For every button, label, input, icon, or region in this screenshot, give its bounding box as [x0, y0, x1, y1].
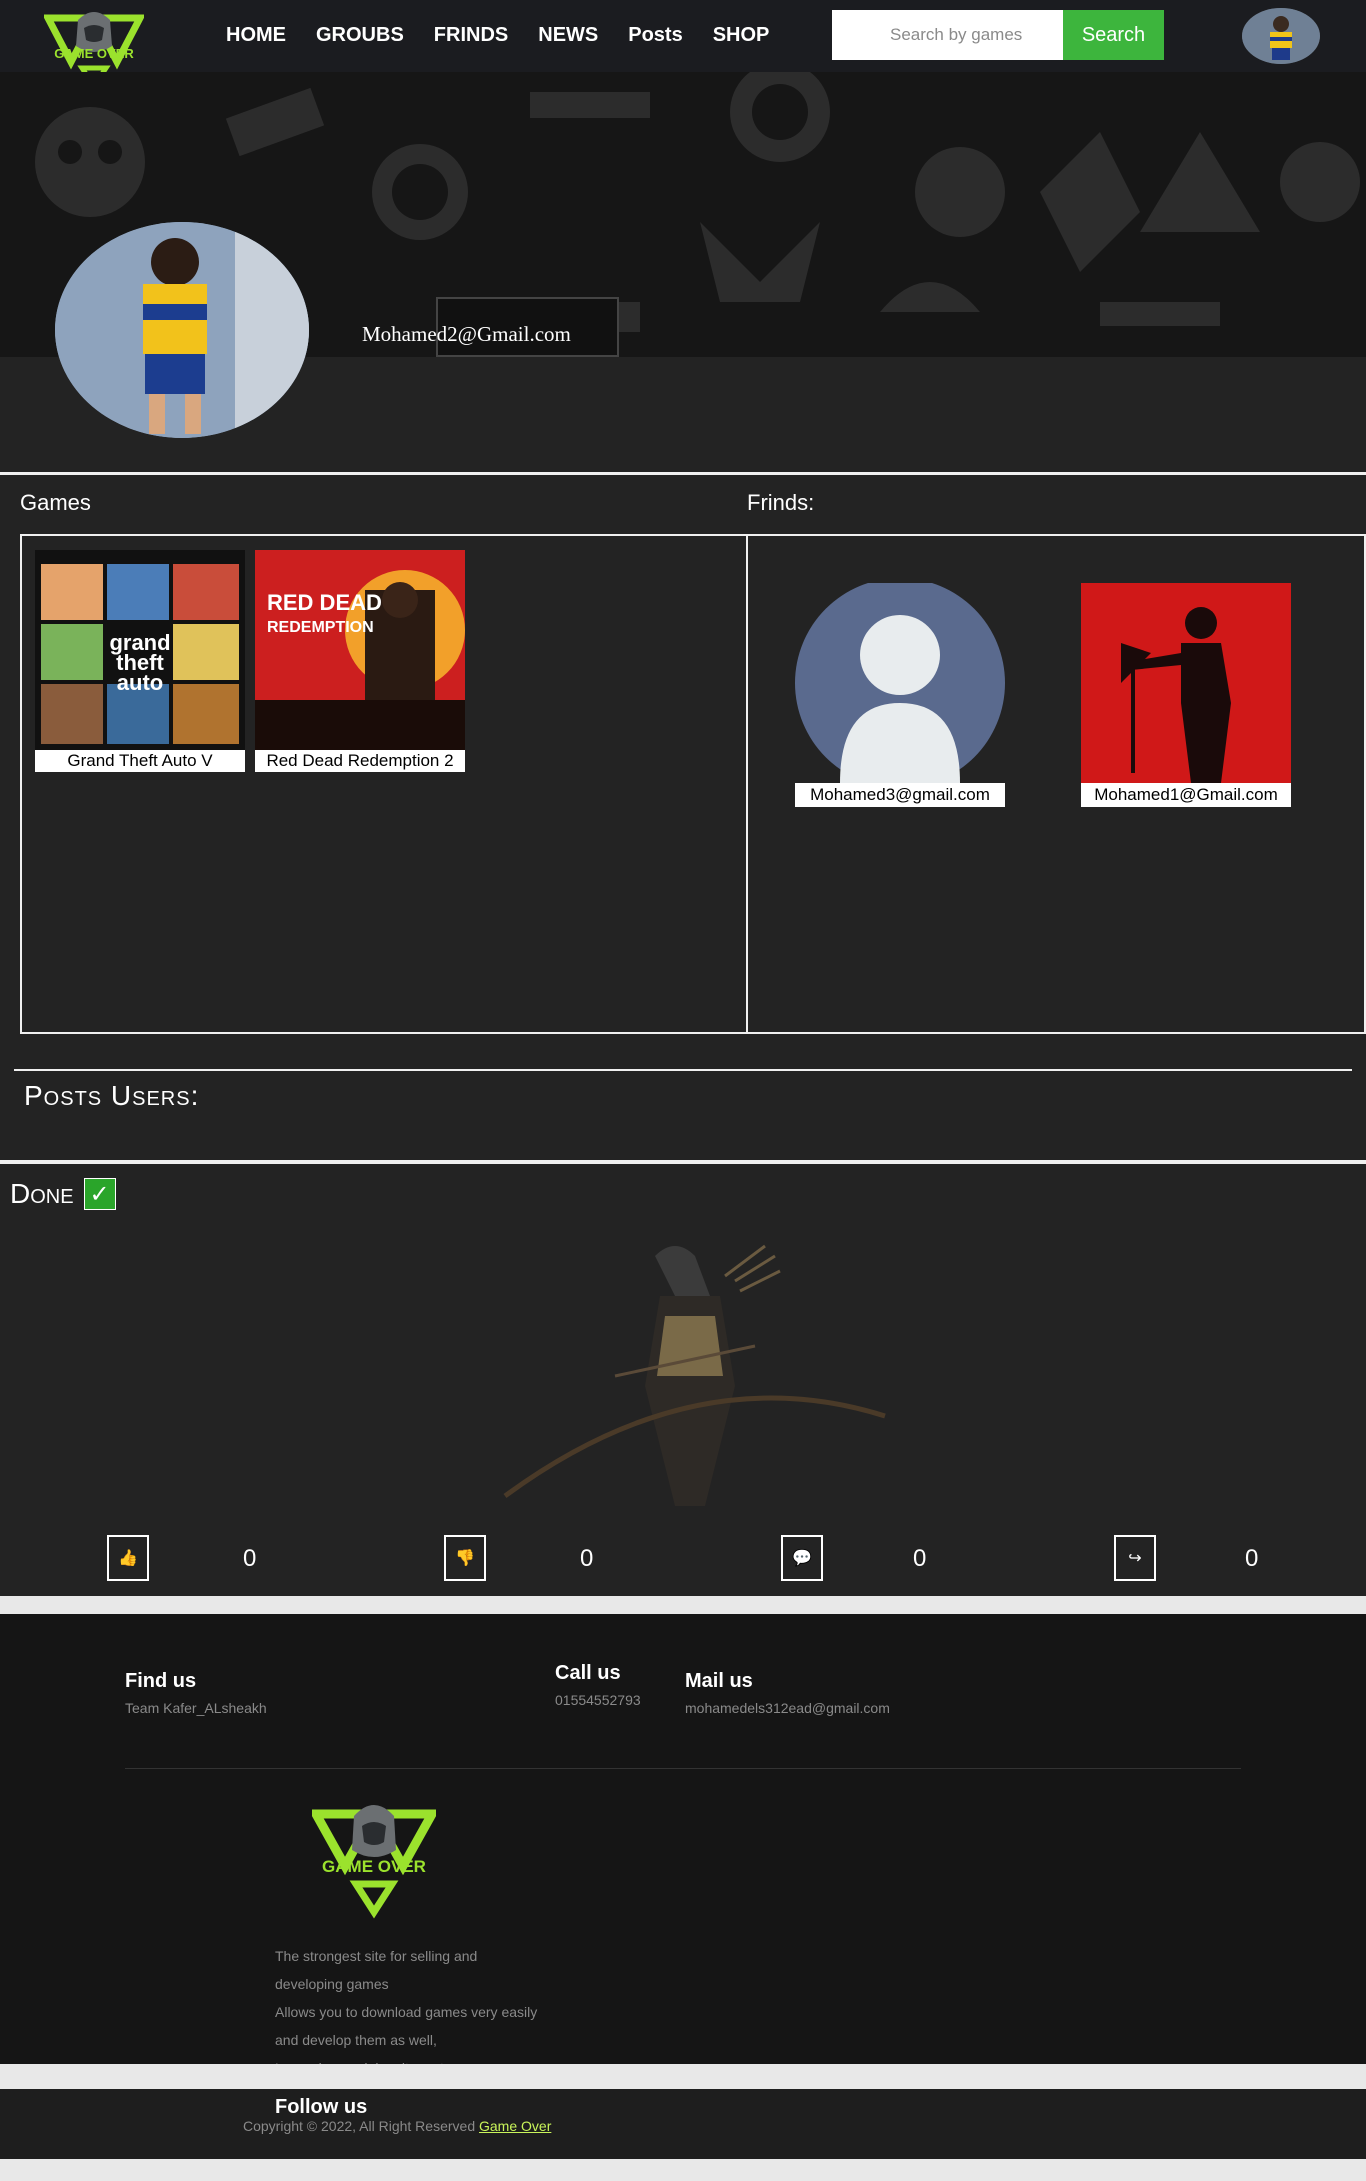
footer-description-line: Allows you to download games very easily [275, 2004, 538, 2020]
dislike-button[interactable]: 👎 [444, 1535, 486, 1581]
thumbs-down-icon: 👎 [455, 1550, 475, 1567]
search-input[interactable] [832, 10, 1063, 60]
post-image[interactable] [495, 1236, 895, 1518]
follow-us-title: Follow us [275, 2096, 368, 2118]
mail-us-text[interactable]: mohamedels312ead@gmail.com [685, 1700, 890, 1716]
nav-posts[interactable]: Posts [628, 24, 682, 47]
friend-email-label: Mohamed1@Gmail.com [1081, 783, 1291, 807]
like-button[interactable]: 👍 [107, 1535, 149, 1581]
friend-avatar[interactable] [795, 583, 1005, 783]
nav-home[interactable]: HOME [226, 24, 286, 47]
footer-description-line: The strongest site for selling and [275, 1948, 478, 1964]
logo-text: GAME OVER [54, 46, 134, 61]
game-card-rdr2[interactable]: RED DEAD REDEMPTION Red Dead Redemption … [255, 550, 465, 772]
friend-avatar[interactable] [1081, 583, 1291, 783]
comment-button[interactable]: 💬 [781, 1535, 823, 1581]
profile-picture[interactable] [55, 222, 309, 438]
svg-text:REDEMPTION: REDEMPTION [267, 619, 374, 636]
profile-email: Mohamed2@Gmail.com [362, 322, 571, 346]
gta5-cover-image: grand theft auto [35, 550, 245, 750]
call-us-text[interactable]: 01554552793 [555, 1692, 641, 1708]
check-icon: ✓ [83, 1178, 116, 1210]
footer-divider [125, 1768, 1241, 1769]
page-bottom-strip [0, 2159, 1366, 2181]
footer [0, 1614, 1366, 2064]
nav-links: HOME GROUBS FRINDS NEWS Posts SHOP [226, 24, 799, 47]
profile-picture-image [55, 222, 309, 438]
navbar: GAME OVER HOME GROUBS FRINDS NEWS Posts … [0, 0, 1366, 91]
game-label: Red Dead Redemption 2 [255, 750, 465, 772]
posts-section-title: Posts Users: [24, 1080, 200, 1111]
divider [14, 1069, 1352, 1071]
default-user-icon [795, 583, 1005, 783]
find-us-title: Find us [125, 1670, 197, 1692]
copyright-bar [0, 2089, 1366, 2159]
copyright-label: Copyright © 2022, All Right Reserved [243, 2118, 476, 2134]
mail-us-title: Mail us [685, 1670, 753, 1692]
footer-description-line: developing games [275, 1976, 389, 1992]
friend-silhouette-image [1081, 583, 1291, 783]
dislike-count: 0 [580, 1545, 594, 1572]
nav-shop[interactable]: SHOP [713, 24, 770, 47]
share-count: 0 [1245, 1545, 1259, 1572]
post-title: Done ✓ [10, 1178, 116, 1210]
svg-text:auto: auto [117, 670, 163, 695]
user-avatar[interactable] [1242, 8, 1320, 64]
game-cover-rdr2[interactable]: RED DEAD REDEMPTION [255, 550, 465, 750]
footer-logo-text: GAME OVER [322, 1857, 426, 1876]
copyright-link[interactable]: Game Over [479, 2118, 551, 2134]
share-button[interactable]: ↪ [1114, 1535, 1156, 1581]
game-card-gta5[interactable]: grand theft auto Grand Theft Auto V [35, 550, 245, 772]
friends-title: Frinds: [747, 490, 815, 515]
like-count: 0 [243, 1545, 257, 1572]
friend-email-label: Mohamed3@gmail.com [795, 783, 1005, 807]
share-icon: ↪ [1128, 1550, 1142, 1567]
footer-description-line: and develop them as well, [275, 2032, 437, 2048]
footer-description: The strongest site for selling and devel… [275, 1942, 575, 2082]
divider [0, 1160, 1366, 1164]
footer-separator [0, 2064, 1366, 2089]
friend-card-2[interactable]: Mohamed1@Gmail.com [1081, 583, 1291, 807]
archer-warrior-image [503, 1244, 886, 1506]
games-title: Games [20, 490, 91, 515]
find-us-text: Team Kafer_ALsheakh [125, 1700, 267, 1716]
nav-groubs[interactable]: GROUBS [316, 24, 404, 47]
friend-card-1[interactable]: Mohamed3@gmail.com [795, 583, 1005, 807]
comment-icon: 💬 [792, 1550, 812, 1567]
copyright-text: Copyright © 2022, All Right Reserved Gam… [243, 2118, 551, 2134]
nav-frinds[interactable]: FRINDS [434, 24, 508, 47]
game-cover-gta5[interactable]: grand theft auto [35, 550, 245, 750]
thumbs-up-icon: 👍 [118, 1550, 138, 1567]
comment-count: 0 [913, 1545, 927, 1572]
footer-logo-icon[interactable]: GAME OVER [312, 1790, 436, 1930]
footer-separator [0, 1596, 1366, 1614]
user-avatar-image [1242, 8, 1320, 64]
game-label: Grand Theft Auto V [35, 750, 245, 772]
search-button[interactable]: Search [1063, 10, 1164, 60]
rdr2-cover-image: RED DEAD REDEMPTION [255, 550, 465, 750]
svg-text:RED DEAD: RED DEAD [267, 590, 382, 615]
nav-news[interactable]: NEWS [538, 24, 598, 47]
call-us-title: Call us [555, 1662, 621, 1684]
divider [0, 472, 1366, 475]
post-title-text: Done [10, 1178, 74, 1209]
